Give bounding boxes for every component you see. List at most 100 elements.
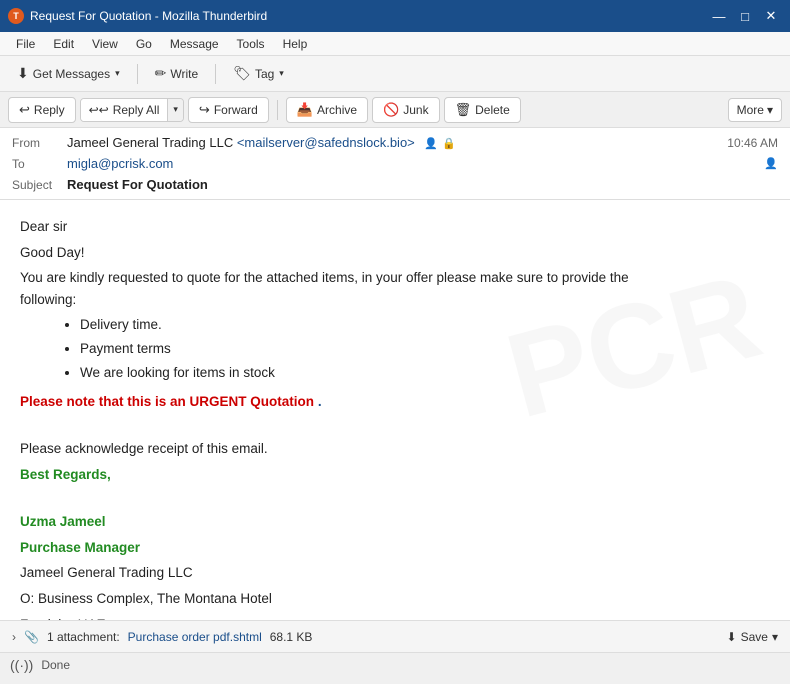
bullet-2: Payment terms: [80, 338, 770, 360]
email-header: ↩ Reply ↩↩ Reply All ▾ ↪ Forward 📥 Archi…: [0, 92, 790, 200]
reply-label: Reply: [34, 103, 65, 117]
reply-button[interactable]: ↩ Reply: [8, 97, 76, 123]
subject-label: Subject: [12, 178, 67, 192]
menu-tools[interactable]: Tools: [229, 35, 273, 53]
get-messages-button[interactable]: ⬇ Get Messages ▾: [8, 60, 129, 87]
body-greeting1: Dear sir: [20, 216, 770, 238]
contact-icon[interactable]: 👤: [424, 137, 438, 150]
to-label: To: [12, 157, 67, 171]
wifi-icon: ((·)): [10, 657, 33, 673]
body-intro: You are kindly requested to quote for th…: [20, 267, 770, 310]
attachment-size: 68.1 KB: [270, 630, 313, 644]
attachment-bar: › 📎 1 attachment: Purchase order pdf.sht…: [0, 620, 790, 652]
regards-line: Best Regards,: [20, 464, 770, 486]
menu-message[interactable]: Message: [162, 35, 227, 53]
sender-name: Uzma Jameel: [20, 511, 770, 533]
attachment-expand-arrow[interactable]: ›: [12, 630, 16, 644]
attachment-count: 1 attachment:: [47, 630, 120, 644]
delete-icon: 🗑: [455, 102, 472, 118]
reply-all-icon: ↩↩: [89, 103, 109, 117]
forward-button[interactable]: ↪ Forward: [188, 97, 269, 123]
sender-office: O: Business Complex, The Montana Hotel: [20, 588, 770, 610]
sender-company: Jameel General Trading LLC: [20, 562, 770, 584]
header-fields: From Jameel General Trading LLC <mailser…: [0, 128, 790, 199]
urgent-dot: .: [318, 394, 322, 409]
write-icon: ✏: [155, 65, 167, 82]
menu-go[interactable]: Go: [128, 35, 160, 53]
titlebar-left: T Request For Quotation - Mozilla Thunde…: [8, 8, 267, 24]
attachment-filename[interactable]: Purchase order pdf.shtml: [128, 630, 262, 644]
archive-button[interactable]: 📥 Archive: [286, 97, 368, 123]
action-separator-1: [277, 100, 278, 120]
menu-file[interactable]: File: [8, 35, 43, 53]
download-icon: ⬇: [727, 630, 737, 644]
reply-all-button[interactable]: ↩↩ Reply All: [81, 99, 168, 121]
reply-all-split[interactable]: ↩↩ Reply All ▾: [80, 98, 184, 122]
from-email[interactable]: <mailserver@safednslock.bio>: [237, 135, 415, 150]
bullet-1: Delivery time.: [80, 314, 770, 336]
title-bar: T Request For Quotation - Mozilla Thunde…: [0, 0, 790, 32]
tag-button[interactable]: 🏷 Tag ▾: [224, 60, 293, 87]
to-row: To migla@pcrisk.com 👤: [12, 153, 778, 174]
sender-address: Furujah - UAE: [20, 614, 770, 621]
get-messages-arrow: ▾: [115, 68, 120, 79]
save-arrow[interactable]: ▾: [772, 630, 778, 644]
maximize-button[interactable]: □: [734, 5, 756, 27]
ack-line: Please acknowledge receipt of this email…: [20, 438, 770, 460]
from-label: From: [12, 136, 67, 150]
urgent-text: Please note that this is an URGENT Quota…: [20, 394, 314, 409]
sender-title: Purchase Manager: [20, 537, 770, 559]
from-name: Jameel General Trading LLC: [67, 135, 233, 150]
lock-icon: 🔒: [442, 137, 456, 150]
toolbar-separator-2: [215, 64, 216, 84]
subject-row: Subject Request For Quotation: [12, 174, 778, 195]
forward-icon: ↪: [199, 102, 210, 118]
archive-label: Archive: [317, 103, 357, 117]
toolbar-separator-1: [137, 64, 138, 84]
minimize-button[interactable]: —: [708, 5, 730, 27]
menu-view[interactable]: View: [84, 35, 126, 53]
save-button[interactable]: ⬇ Save ▾: [727, 630, 778, 644]
reply-icon: ↩: [19, 102, 30, 118]
from-row: From Jameel General Trading LLC <mailser…: [12, 132, 778, 153]
main-toolbar: ⬇ Get Messages ▾ ✏ Write 🏷 Tag ▾: [0, 56, 790, 92]
get-messages-icon: ⬇: [17, 65, 29, 82]
tag-icon: 🏷: [233, 65, 251, 82]
delete-button[interactable]: 🗑 Delete: [444, 97, 521, 123]
close-button[interactable]: ✕: [760, 5, 782, 27]
save-label: Save: [741, 630, 768, 644]
forward-label: Forward: [214, 103, 258, 117]
menu-edit[interactable]: Edit: [45, 35, 82, 53]
reply-all-dropdown[interactable]: ▾: [167, 99, 183, 121]
bullet-3: We are looking for items in stock: [80, 362, 770, 384]
paperclip-icon: 📎: [24, 630, 39, 644]
status-text: Done: [41, 658, 70, 672]
menu-help[interactable]: Help: [275, 35, 316, 53]
from-icons: 👤 🔒: [424, 137, 455, 150]
reply-all-label: Reply All: [113, 103, 160, 117]
email-time: 10:46 AM: [727, 136, 778, 150]
write-button[interactable]: ✏ Write: [146, 60, 208, 87]
tag-label: Tag: [255, 67, 274, 81]
urgent-line: Please note that this is an URGENT Quota…: [20, 391, 770, 413]
to-contact-icon[interactable]: 👤: [764, 157, 778, 170]
junk-icon: 🚫: [383, 102, 399, 118]
write-label: Write: [170, 67, 198, 81]
from-value: Jameel General Trading LLC <mailserver@s…: [67, 135, 727, 150]
more-arrow: ▾: [767, 103, 773, 117]
junk-label: Junk: [403, 103, 428, 117]
app-icon: T: [8, 8, 24, 24]
subject-value: Request For Quotation: [67, 177, 778, 192]
action-bar: ↩ Reply ↩↩ Reply All ▾ ↪ Forward 📥 Archi…: [0, 92, 790, 128]
to-value[interactable]: migla@pcrisk.com: [67, 156, 764, 171]
more-label: More: [737, 103, 764, 117]
menu-bar: File Edit View Go Message Tools Help: [0, 32, 790, 56]
more-button[interactable]: More ▾: [728, 98, 782, 122]
junk-button[interactable]: 🚫 Junk: [372, 97, 440, 123]
body-greeting2: Good Day!: [20, 242, 770, 264]
window-title: Request For Quotation - Mozilla Thunderb…: [30, 9, 267, 23]
delete-label: Delete: [475, 103, 510, 117]
archive-icon: 📥: [297, 102, 313, 118]
window-controls[interactable]: — □ ✕: [708, 5, 782, 27]
email-body: PCR Dear sir Good Day! You are kindly re…: [0, 200, 790, 620]
